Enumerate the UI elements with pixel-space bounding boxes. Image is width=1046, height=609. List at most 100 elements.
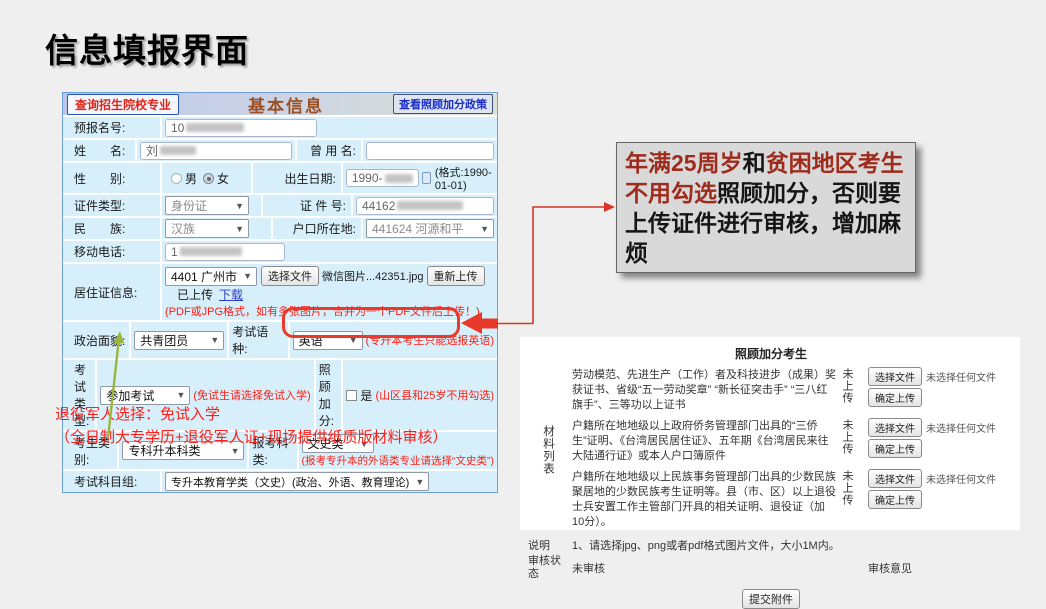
exam-lang-label: 考试语种: [227,322,289,358]
choose-file-button[interactable]: 选择文件 [868,367,922,386]
row-gender-birth: 性 别: 男 女 出生日期: 1990- (格式:1990-01-01) [63,163,497,195]
subject-group-select[interactable]: 专升本教育学类（文史）(政治、外语、教育理论)▼ [165,472,429,491]
birth-value: 1990- [352,171,383,185]
gender-male-radio[interactable] [171,173,182,184]
preid-value: 10 [171,121,184,135]
confirm-upload-button[interactable]: 确定上传 [868,388,922,407]
exam-type-note: (免试生请选择免试入学) [193,387,310,403]
id-type-label: 证件类型: [63,195,162,216]
politics-label: 政治面貌: [63,322,131,358]
row-residence: 居住证信息: 4401 广州市▼ 选择文件 微信图片...42351.jpg 重… [63,264,497,322]
confirm-upload-button[interactable]: 确定上传 [868,490,922,509]
gender-label: 性 别: [63,163,162,193]
id-no-label: 证 件 号: [261,195,353,216]
audit-opinion-label: 审核意见 [868,560,1014,576]
query-colleges-button[interactable]: 查询招生院校专业 [67,94,179,115]
panel-title: 照顾加分考生 [528,345,1014,362]
residence-reupload-button[interactable]: 重新上传 [427,266,485,286]
name-input[interactable]: 刘 [140,142,292,160]
id-type-select[interactable]: 身份证▼ [165,196,249,215]
row-name: 姓 名: 刘 曾 用 名: [63,140,497,163]
veteran-note-line2: （全日制大专学历+退役军人证+现场提供纸质版材料审核） [55,426,448,449]
preid-input[interactable]: 10 [165,119,317,137]
upload-controls: 选择文件 未选择任何文件 确定上传 [868,417,1014,468]
row-mobile: 移动电话: 1 [63,241,497,264]
screenshot-root: { "page": { "title": "信息填报界面" }, "form":… [0,0,1046,581]
name-label: 姓 名: [63,140,137,161]
household-select[interactable]: 441624 河源和平▼ [366,219,494,238]
bonus-material-panel: 照顾加分考生 材料列表 劳动模范、先进生产（工作）者及科技进步（成果）奖获证书、… [520,337,1020,530]
red-connector-line [497,207,606,324]
upload-status: 未上传 [840,368,854,404]
annotation-black-1: 和 [743,150,766,176]
veteran-note-line1: 退役军人选择：免试入学 [55,403,448,426]
residence-download-link[interactable]: 下载 [219,286,243,303]
exam-type-select[interactable]: 参加考试▼ [100,386,190,405]
redacted-value [385,174,413,183]
mobile-input[interactable]: 1 [165,243,285,261]
birth-input[interactable]: 1990- [346,169,419,187]
subject-group-label: 考试科目组: [63,471,162,492]
audit-status-label: 审核状态 [528,555,568,581]
ethnic-select[interactable]: 汉族▼ [165,219,249,238]
residence-filename: 微信图片...42351.jpg [322,268,424,284]
politics-select[interactable]: 共青团员▼ [134,331,224,350]
redacted-value [160,146,196,155]
gender-female-text: 女 [217,170,229,187]
chevron-down-icon: ▼ [415,477,424,487]
upload-controls: 选择文件 未选择任何文件 确定上传 [868,468,1014,534]
used-name-label: 曾 用 名: [295,140,363,161]
used-name-input[interactable] [366,142,494,160]
chevron-down-icon: ▼ [235,201,244,211]
exam-lang-note: (专升本考生只能选报英语) [366,332,494,348]
chevron-down-icon: ▼ [243,271,252,281]
chevron-down-icon: ▼ [480,224,489,234]
material-item-text: 劳动模范、先进生产（工作）者及科技进步（成果）奖获证书、省级“五一劳动奖章” “… [572,366,836,417]
row-ethnic-household: 民 族: 汉族▼ 户口所在地: 441624 河源和平▼ [63,218,497,241]
residence-note: (PDF或JPG格式，如有多张图片，合并为一个PDF文件后上传！) [165,303,494,319]
mobile-value: 1 [171,245,178,259]
gender-female-radio[interactable] [203,173,214,184]
birth-format-note: (格式:1990-01-01) [435,164,494,192]
no-file-text: 未选择任何文件 [926,369,996,384]
preid-label: 预报名号: [63,117,162,138]
view-bonus-policy-button[interactable]: 查看照顾加分政策 [393,94,493,114]
calendar-icon[interactable] [422,172,431,184]
id-no-value: 44162 [362,199,395,213]
row-idtype-idno: 证件类型: 身份证▼ 证 件 号: 44162 [63,195,497,218]
residence-city-select[interactable]: 4401 广州市▼ [165,267,257,286]
chevron-down-icon: ▼ [210,335,219,345]
annotation-red-1: 年满25周岁 [625,150,743,176]
material-item-text: 户籍所在地地级以上政府侨务管理部门出具的“三侨生”证明、《台湾居民居住证》、五年… [572,417,836,468]
note-label: 说明 [528,537,568,553]
red-arrowhead-right [604,202,615,212]
upload-controls: 选择文件 未选择任何文件 确定上传 [868,366,1014,417]
annotation-callout: 年满25周岁和贫困地区考生不用勾选照顾加分，否则要上传证件进行审核，增加麻烦 [616,142,916,273]
upload-status: 未上传 [840,419,854,455]
birth-label: 出生日期: [251,163,343,193]
confirm-upload-button[interactable]: 确定上传 [868,439,922,458]
residence-choose-file-button[interactable]: 选择文件 [261,266,319,286]
chevron-down-icon: ▼ [176,390,185,400]
id-no-input[interactable]: 44162 [356,197,494,215]
ethnic-label: 民 族: [63,218,162,239]
choose-file-button[interactable]: 选择文件 [868,469,922,488]
gender-male-text: 男 [185,170,197,187]
row-politics-lang: 政治面貌: 共青团员▼ 考试语种: 英语▼ (专升本考生只能选报英语) [63,322,497,360]
household-label: 户口所在地: [271,218,363,239]
mobile-label: 移动电话: [63,241,162,262]
form-title: 基本信息 [248,92,324,117]
apply-cat-note: (报考专升本的外语类专业请选择“文史类”) [302,453,495,468]
bonus-checkbox[interactable] [346,390,357,401]
residence-upload-status: 已上传 [177,286,213,303]
no-file-text: 未选择任何文件 [926,420,996,435]
material-list-label: 材料列表 [528,366,568,534]
row-preid: 预报名号: 10 [63,117,497,140]
no-file-text: 未选择任何文件 [926,471,996,486]
exam-lang-select[interactable]: 英语▼ [293,331,363,350]
submit-attachments-button[interactable]: 提交附件 [742,589,800,609]
redacted-value [397,201,463,210]
redacted-value [186,123,244,132]
choose-file-button[interactable]: 选择文件 [868,418,922,437]
redacted-value [180,247,242,256]
